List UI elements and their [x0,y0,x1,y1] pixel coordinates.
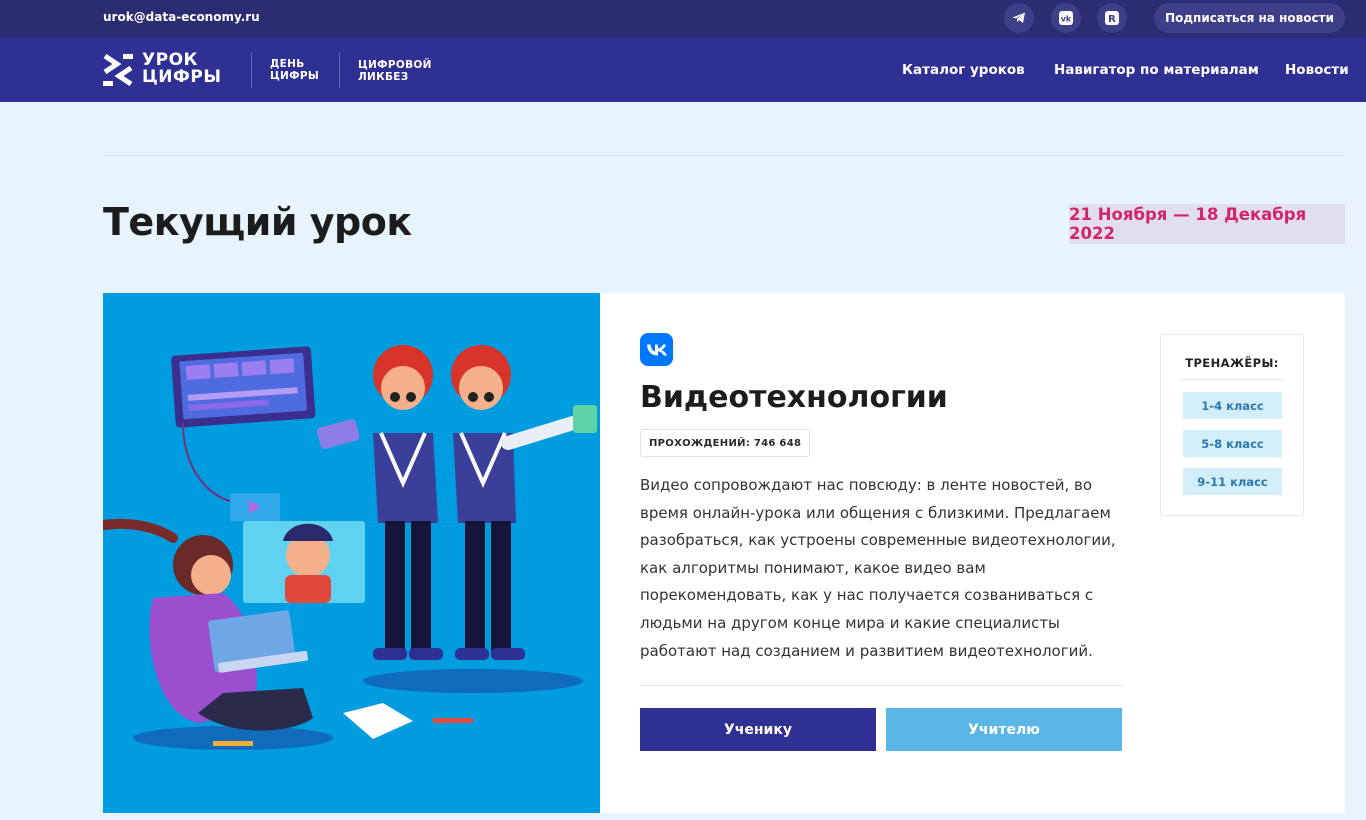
telegram-icon[interactable] [1004,3,1034,33]
section-divider [103,155,1345,156]
contact-email[interactable]: urok@data-economy.ru [103,10,260,24]
lesson-title: Видеотехнологии [640,380,948,415]
trainers-divider [1181,379,1283,380]
lesson-illustration [103,293,600,813]
logo-wordmark: УРОК ЦИФРЫ [142,52,221,86]
den-cifry-line-1: ДЕНЬ [270,58,305,70]
rutube-icon[interactable]: R [1097,3,1127,33]
card-divider [640,685,1123,686]
logo-mark-icon [103,54,133,86]
vk-icon[interactable]: vk [1051,3,1081,33]
svg-text:vk: vk [1061,15,1072,24]
lesson-description: Видео сопровождают нас повсюду: в ленте … [640,476,1116,660]
trainers-panel: ТРЕНАЖЁРЫ: 1-4 класс 5-8 класс 9-11 клас… [1160,334,1304,516]
nav-news[interactable]: Новости [1285,62,1349,78]
teacher-button[interactable]: Учителю [886,708,1122,751]
urok-cifry-logo[interactable]: УРОК ЦИФРЫ [103,52,235,88]
cifrovoy-likbez-link[interactable]: ЦИФРОВОЙ ЛИКБЕЗ [358,59,432,83]
grade-9-11-button[interactable]: 9-11 класс [1183,468,1282,495]
date-range-badge: 21 Ноября — 18 Декабря 2022 [1069,204,1345,244]
likbez-line-2: ЛИКБЕЗ [358,71,409,83]
den-cifry-link[interactable]: ДЕНЬ ЦИФРЫ [270,58,319,82]
student-button[interactable]: Ученику [640,708,876,751]
nav-catalog[interactable]: Каталог уроков [902,62,1025,78]
subscribe-button[interactable]: Подписаться на новости [1154,3,1345,33]
trainers-title: ТРЕНАЖЁРЫ: [1185,356,1279,370]
main-navbar: УРОК ЦИФРЫ ДЕНЬ ЦИФРЫ ЦИФРОВОЙ ЛИКБЕЗ Ка… [0,38,1366,102]
logo-line-2: ЦИФРЫ [142,67,222,87]
page-title: Текущий урок [103,200,412,244]
den-cifry-line-2: ЦИФРЫ [270,70,320,82]
completions-badge: ПРОХОЖДЕНИЙ: 746 648 [640,429,811,457]
top-bar: urok@data-economy.ru vk R Подписаться на… [0,0,1366,38]
likbez-line-1: ЦИФРОВОЙ [358,59,432,71]
vk-logo-icon [640,333,673,366]
svg-text:R: R [1108,14,1116,25]
nav-separator [339,52,340,88]
nav-navigator[interactable]: Навигатор по материалам [1054,62,1259,78]
grade-5-8-button[interactable]: 5-8 класс [1183,430,1282,457]
grade-1-4-button[interactable]: 1-4 класс [1183,392,1282,419]
lesson-card: Видеотехнологии ПРОХОЖДЕНИЙ: 746 648 Вид… [103,293,1345,813]
illustration-art [103,345,597,750]
nav-separator [251,52,252,88]
